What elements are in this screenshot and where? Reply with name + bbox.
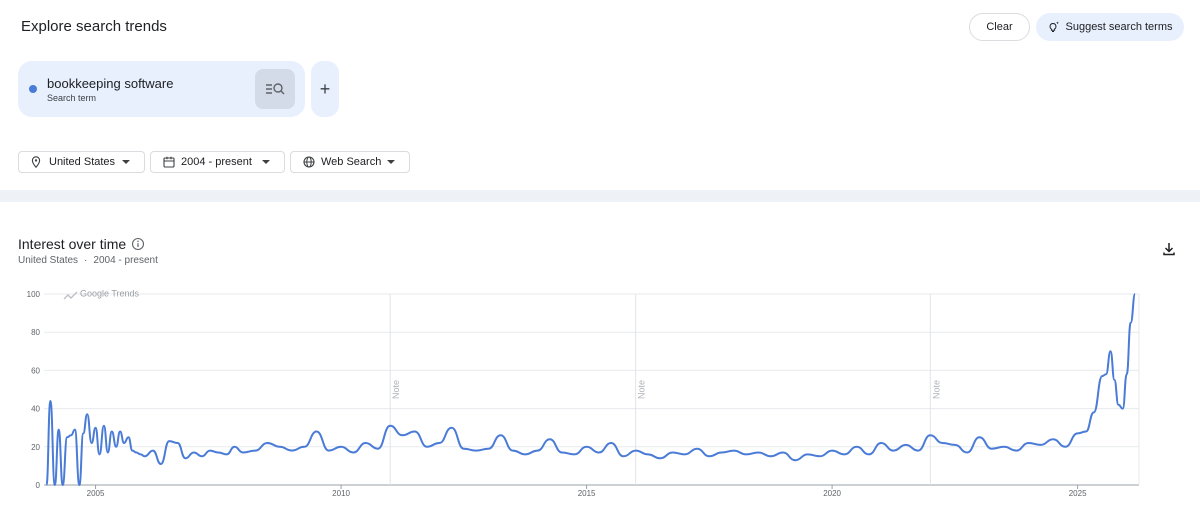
chart-subtitle-region: United States bbox=[18, 255, 79, 266]
property-filter[interactable]: Web Search bbox=[290, 151, 410, 173]
y-tick-label: 0 bbox=[36, 481, 41, 490]
chevron-down-icon bbox=[122, 160, 130, 164]
region-filter-value: United States bbox=[49, 156, 116, 168]
clear-button[interactable]: Clear bbox=[969, 13, 1030, 41]
chart-subtitle-period: 2004 - present bbox=[93, 255, 158, 266]
section-divider bbox=[0, 190, 1200, 202]
note-label: Note bbox=[931, 380, 941, 399]
x-tick-label: 2005 bbox=[87, 489, 105, 498]
property-filter-value: Web Search bbox=[321, 156, 382, 168]
add-term-button[interactable]: + bbox=[311, 61, 339, 117]
trend-logo-icon bbox=[63, 291, 78, 300]
term-type: Search term bbox=[47, 93, 97, 103]
chevron-down-icon bbox=[387, 160, 395, 164]
download-icon[interactable] bbox=[1161, 241, 1177, 257]
term-name: bookkeeping software bbox=[47, 76, 174, 91]
y-tick-label: 80 bbox=[31, 328, 40, 337]
interest-over-time-chart: 0 20 40 60 80 100 Note Note Note 2005 2010 2015 2020… bbox=[27, 289, 1140, 498]
term-options-button[interactable] bbox=[255, 69, 295, 109]
interest-over-time-title: Interest over time bbox=[18, 236, 127, 252]
y-tick-label: 100 bbox=[27, 290, 41, 299]
y-tick-label: 20 bbox=[31, 443, 40, 452]
globe-icon bbox=[303, 156, 315, 168]
suggest-search-terms-button[interactable]: Suggest search terms bbox=[1036, 13, 1184, 41]
x-tick-label: 2015 bbox=[578, 489, 596, 498]
search-term-card[interactable]: bookkeeping software Search term bbox=[18, 61, 305, 117]
note-label: Note bbox=[637, 380, 647, 399]
term-color-dot bbox=[29, 85, 37, 93]
x-tick-label: 2025 bbox=[1069, 489, 1087, 498]
region-filter[interactable]: United States bbox=[18, 151, 145, 173]
info-icon[interactable] bbox=[131, 237, 145, 251]
search-list-icon bbox=[266, 83, 285, 95]
chart-subtitle: United States · 2004 - present bbox=[18, 255, 158, 266]
suggest-search-terms-label: Suggest search terms bbox=[1065, 21, 1173, 33]
calendar-icon bbox=[163, 156, 175, 168]
watermark-label: Google Trends bbox=[80, 289, 140, 299]
note-label: Note bbox=[391, 380, 401, 399]
sparkle-bulb-icon bbox=[1049, 21, 1059, 32]
x-tick-label: 2020 bbox=[823, 489, 841, 498]
period-filter-value: 2004 - present bbox=[181, 156, 252, 168]
plus-icon: + bbox=[319, 78, 331, 99]
x-tick-label: 2010 bbox=[332, 489, 350, 498]
chevron-down-icon bbox=[262, 160, 270, 164]
series-line bbox=[45, 293, 1137, 486]
page-title: Explore search trends bbox=[21, 18, 167, 35]
location-pin-icon bbox=[31, 156, 43, 168]
y-tick-label: 60 bbox=[31, 366, 40, 375]
period-filter[interactable]: 2004 - present bbox=[150, 151, 285, 173]
chart-subtitle-separator: · bbox=[84, 255, 88, 266]
y-tick-label: 40 bbox=[31, 405, 40, 414]
